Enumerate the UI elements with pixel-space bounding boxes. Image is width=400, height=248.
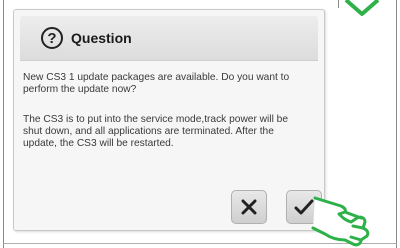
frame-border-left xyxy=(3,0,4,248)
close-x-icon xyxy=(241,199,257,215)
dialog-header: ? Question xyxy=(20,16,318,61)
dialog-title: Question xyxy=(71,30,132,46)
dialog-message-update: New CS3 1 update packages are available.… xyxy=(23,72,290,95)
cancel-button[interactable] xyxy=(231,190,267,224)
green-arrow-icon xyxy=(344,0,380,16)
question-circle-icon: ? xyxy=(41,27,63,49)
hand-pointer-icon xyxy=(311,196,370,247)
dialog-message-service-mode: The CS3 is to put into the service mode,… xyxy=(23,114,288,149)
frame-border-top-right xyxy=(338,0,339,8)
